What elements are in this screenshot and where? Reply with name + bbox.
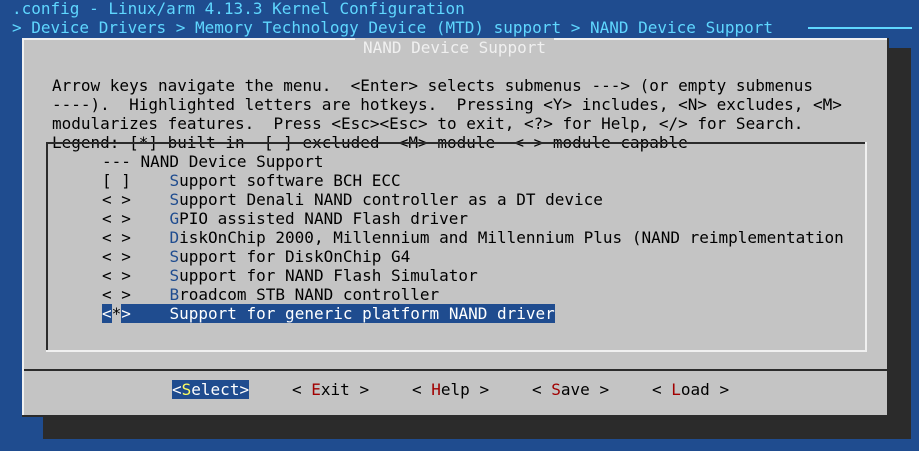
dialog-border-right	[887, 38, 889, 417]
menu-item-hotkey: S	[169, 304, 180, 323]
help-label: elp	[440, 380, 470, 399]
load-hotkey: L	[671, 380, 681, 399]
menu-item-label: upport for DiskOnChip G4	[179, 247, 411, 266]
menu-item-mark[interactable]: < >	[102, 209, 131, 228]
help-button[interactable]: < Help >	[412, 380, 489, 399]
menu-item-mark[interactable]: < >	[102, 247, 131, 266]
select-open: <	[172, 380, 182, 399]
select-close: >	[239, 380, 250, 399]
menu-item-denali-nand[interactable]: < > Support Denali NAND controller as a …	[102, 190, 603, 209]
menu-item-label: upport software BCH ECC	[179, 171, 401, 190]
menu-item-hotkey: S	[169, 190, 180, 209]
menu-item-diskonchip-g4[interactable]: < > Support for DiskOnChip G4	[102, 247, 410, 266]
breadcrumb: > Device Drivers > Memory Technology Dev…	[12, 18, 773, 37]
menu-item-diskonchip-2000[interactable]: < > DiskOnChip 2000, Millennium and Mill…	[102, 228, 844, 247]
menu-item-mark-close[interactable]: >	[121, 304, 131, 323]
dialog-border-bottom	[22, 415, 889, 417]
menu-item-label: upport for generic platform NAND driver	[179, 304, 555, 323]
save-open: <	[532, 380, 552, 399]
menu-item-label: upport for NAND Flash Simulator	[179, 266, 478, 285]
menu-item-label: PIO assisted NAND Flash driver	[179, 209, 469, 228]
help-hotkey: H	[431, 380, 441, 399]
menu-item-hotkey: B	[169, 285, 180, 304]
select-label: elect	[191, 380, 240, 399]
menu-item-hotkey: S	[169, 171, 180, 190]
load-close: >	[709, 380, 730, 399]
dialog-shadow-bottom	[43, 417, 911, 439]
exit-close: >	[349, 380, 370, 399]
menu-item-mark-value[interactable]: *	[111, 304, 122, 323]
menu-item-hotkey: D	[169, 228, 180, 247]
breadcrumb-rule	[808, 27, 912, 29]
window-title: .config - Linux/arm 4.13.3 Kernel Config…	[12, 0, 465, 18]
exit-label: xit	[320, 380, 350, 399]
load-open: <	[652, 380, 672, 399]
menu-item-broadcom-stb[interactable]: < > Broadcom STB NAND controller	[102, 285, 439, 304]
menu-item-mark[interactable]: < >	[102, 266, 131, 285]
menu-item-gpio-nand[interactable]: < > GPIO assisted NAND Flash driver	[102, 209, 468, 228]
save-close: >	[589, 380, 610, 399]
dialog-shadow-right	[889, 48, 911, 438]
select-hotkey: S	[181, 380, 192, 399]
help-line: modularizes features. Press <Esc><Esc> t…	[52, 114, 804, 133]
menu-item-label: upport Denali NAND controller as a DT de…	[179, 190, 603, 209]
exit-hotkey: E	[311, 380, 321, 399]
help-close: >	[469, 380, 490, 399]
menu-item-mark[interactable]: < >	[102, 190, 131, 209]
menu-item-hotkey: S	[169, 247, 180, 266]
list-border-left	[46, 142, 48, 352]
save-button[interactable]: < Save >	[532, 380, 609, 399]
dialog-title: NAND Device Support	[355, 38, 555, 57]
menu-header: --- NAND Device Support	[102, 152, 324, 171]
menu-item-hotkey: S	[169, 266, 180, 285]
menu-item-label: roadcom STB NAND controller	[179, 285, 440, 304]
load-label: oad	[680, 380, 710, 399]
list-border-right	[865, 142, 867, 352]
menu-item-mark[interactable]: [ ]	[102, 171, 131, 190]
exit-button[interactable]: < Exit >	[292, 380, 369, 399]
save-label: ave	[560, 380, 590, 399]
load-button[interactable]: < Load >	[652, 380, 729, 399]
menu-item-mark[interactable]: < >	[102, 285, 131, 304]
menu-item-software-bch-ecc[interactable]: [ ] Support software BCH ECC	[102, 171, 401, 190]
dialog-border-left	[22, 38, 24, 417]
list-border-bottom	[46, 350, 867, 352]
help-line: Arrow keys navigate the menu. <Enter> se…	[52, 76, 813, 95]
button-separator	[24, 369, 889, 371]
menu-item-nand-simulator[interactable]: < > Support for NAND Flash Simulator	[102, 266, 478, 285]
menu-item-hotkey: G	[169, 209, 180, 228]
select-button[interactable]: <Select>	[172, 380, 250, 399]
help-open: <	[412, 380, 432, 399]
save-hotkey: S	[551, 380, 561, 399]
exit-open: <	[292, 380, 312, 399]
menu-item-generic-platform-nand[interactable]: <*> Support for generic platform NAND dr…	[102, 304, 555, 323]
menu-item-mark-open[interactable]: <	[102, 304, 112, 323]
help-line: ----). Highlighted letters are hotkeys. …	[52, 95, 842, 114]
list-border-top	[46, 142, 867, 144]
menu-item-label: iskOnChip 2000, Millennium and Millenniu…	[179, 228, 844, 247]
menu-item-mark[interactable]: < >	[102, 228, 131, 247]
